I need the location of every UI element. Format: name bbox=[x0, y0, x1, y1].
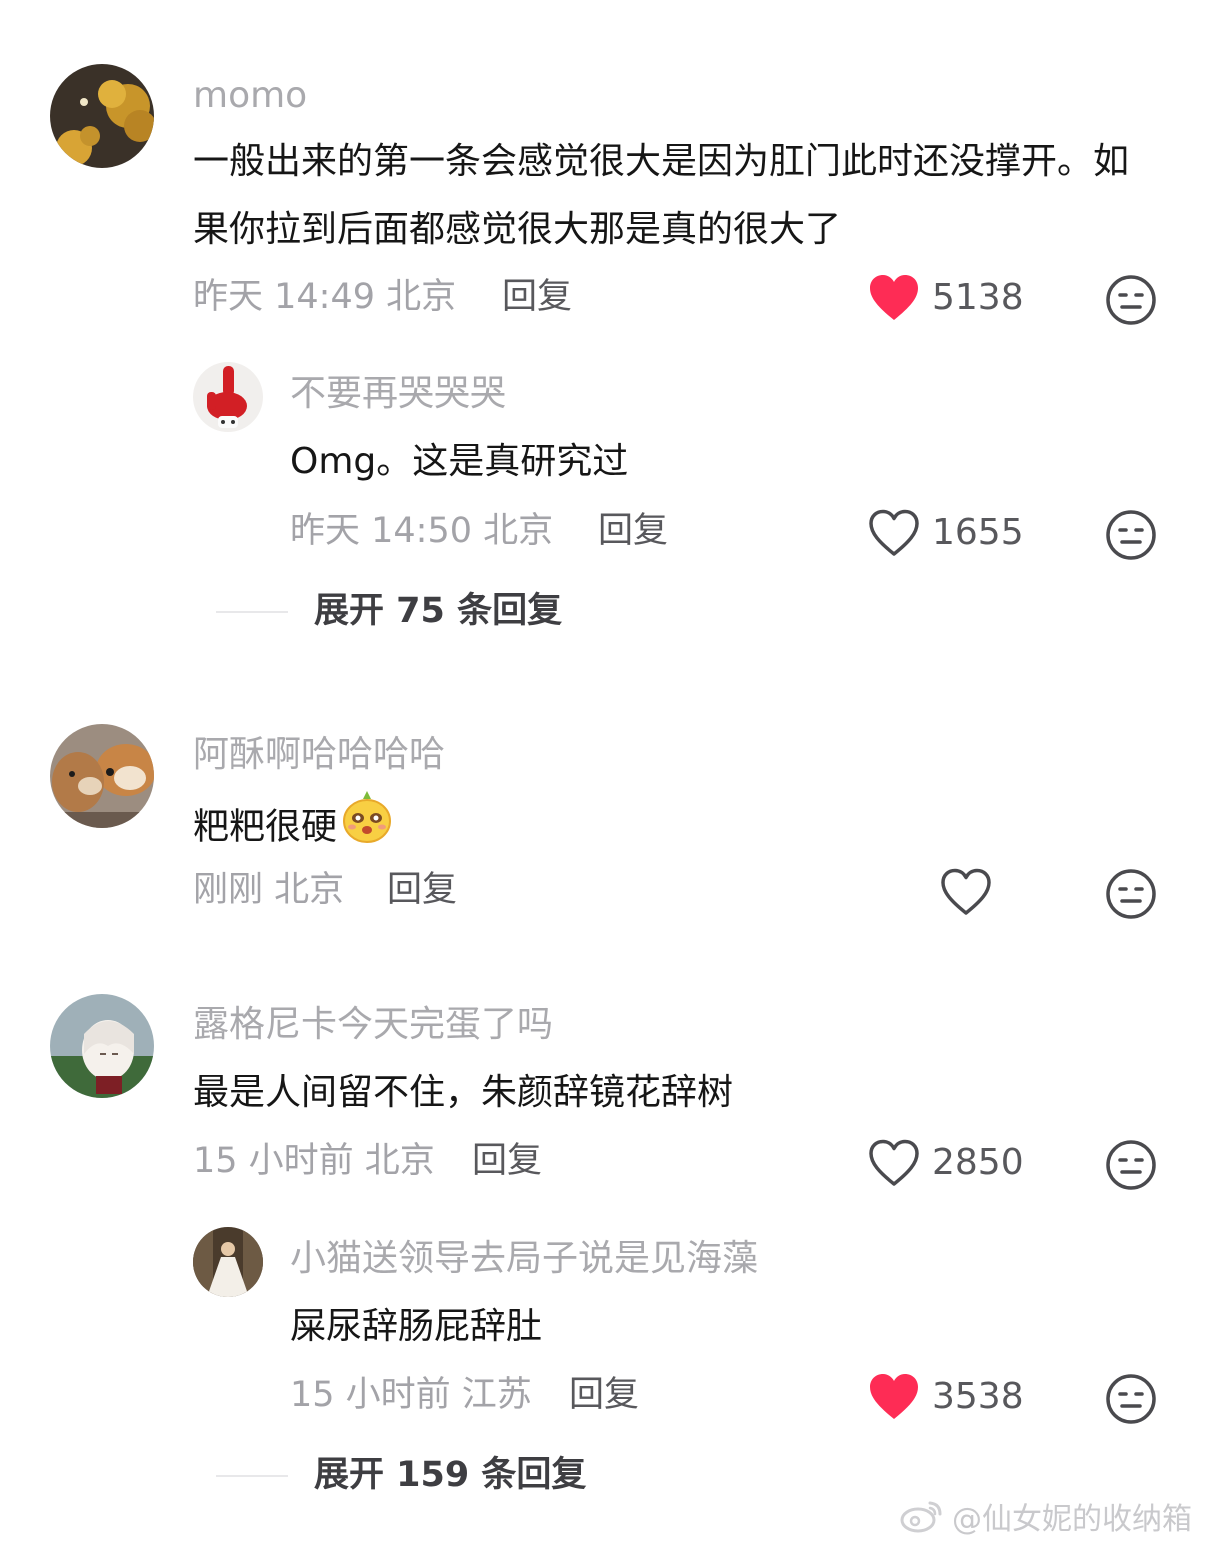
heart-filled-icon bbox=[870, 275, 918, 320]
meh-face-icon bbox=[1106, 275, 1156, 325]
divider bbox=[216, 1474, 288, 1477]
heart-outline-icon bbox=[869, 1139, 919, 1186]
meh-face-icon bbox=[1106, 1140, 1156, 1190]
reaction-button[interactable] bbox=[1105, 868, 1157, 920]
timestamp-location: 昨天 14:50 北京 bbox=[290, 511, 554, 551]
reply-button[interactable]: 回复 bbox=[598, 514, 668, 549]
like-count: 2850 bbox=[932, 1142, 1024, 1183]
username[interactable]: 阿酥啊哈哈哈哈 bbox=[193, 737, 445, 773]
watermark-text: @仙女妮的收纳箱 bbox=[952, 1502, 1192, 1537]
timestamp-location: 昨天 14:49 北京 bbox=[193, 277, 457, 317]
meh-face-icon bbox=[1106, 869, 1156, 919]
avatar[interactable] bbox=[50, 994, 154, 1098]
expand-replies-button[interactable]: 展开 75 条回复 bbox=[216, 594, 562, 629]
like-button[interactable]: 3538 bbox=[868, 1373, 1024, 1421]
comment-text-content: 粑粑很硬 bbox=[193, 806, 338, 848]
username[interactable]: 不要再哭哭哭 bbox=[290, 376, 506, 412]
meh-face-icon bbox=[1106, 510, 1156, 560]
golden-tree-avatar bbox=[50, 64, 154, 168]
reaction-button[interactable] bbox=[1105, 1373, 1157, 1425]
like-button[interactable]: 5138 bbox=[868, 274, 1024, 322]
expand-replies-label: 展开 159 条回复 bbox=[314, 1455, 587, 1495]
like-count: 3538 bbox=[932, 1376, 1024, 1417]
timestamp-location: 15 小时前 北京 bbox=[193, 1141, 435, 1181]
reply-button[interactable]: 回复 bbox=[387, 873, 457, 908]
weibo-logo-icon bbox=[900, 1501, 942, 1533]
username[interactable]: 露格尼卡今天完蛋了吗 bbox=[193, 1007, 553, 1043]
reply-button[interactable]: 回复 bbox=[472, 1144, 542, 1179]
reaction-button[interactable] bbox=[1105, 1139, 1157, 1191]
avatar[interactable] bbox=[193, 362, 263, 432]
shiba-dogs-avatar bbox=[50, 724, 154, 828]
red-hand-puppet-avatar bbox=[193, 362, 263, 432]
comment-text: 粑粑很硬 bbox=[193, 789, 993, 868]
like-button[interactable]: 2850 bbox=[868, 1139, 1024, 1187]
like-button[interactable] bbox=[940, 868, 992, 916]
heart-outline-icon bbox=[869, 509, 919, 556]
timestamp-location: 15 小时前 江苏 bbox=[290, 1375, 532, 1415]
expand-replies-button[interactable]: 展开 159 条回复 bbox=[216, 1458, 586, 1493]
avatar[interactable] bbox=[193, 1227, 263, 1297]
yellow-face-emoji bbox=[341, 789, 393, 868]
reply-text: Omg。这是真研究过 bbox=[290, 441, 629, 482]
reply-button[interactable]: 回复 bbox=[502, 280, 572, 315]
meh-face-icon bbox=[1106, 1374, 1156, 1424]
like-button[interactable]: 1655 bbox=[868, 509, 1024, 557]
reaction-button[interactable] bbox=[1105, 509, 1157, 561]
avatar[interactable] bbox=[50, 64, 154, 168]
anime-character-avatar bbox=[50, 994, 154, 1098]
username[interactable]: momo bbox=[193, 78, 307, 114]
heart-outline-icon bbox=[941, 868, 991, 915]
timestamp-location: 刚刚 北京 bbox=[193, 870, 345, 910]
avatar[interactable] bbox=[50, 724, 154, 828]
gown-portrait-avatar bbox=[193, 1227, 263, 1297]
watermark: @仙女妮的收纳箱 bbox=[900, 1494, 1192, 1538]
comment-text: 一般出来的第一条会感觉很大是因为肛门此时还没撑开。如果你拉到后面都感觉很大那是真… bbox=[193, 141, 1130, 250]
comment-text: 最是人间留不住，朱颜辞镜花辞树 bbox=[193, 1072, 734, 1113]
expand-replies-label: 展开 75 条回复 bbox=[314, 591, 563, 631]
heart-filled-icon bbox=[870, 1374, 918, 1419]
username[interactable]: 小猫送领导去局子说是见海藻 bbox=[290, 1241, 758, 1277]
like-count: 1655 bbox=[932, 512, 1024, 553]
reply-button[interactable]: 回复 bbox=[569, 1378, 639, 1413]
reaction-button[interactable] bbox=[1105, 274, 1157, 326]
divider bbox=[216, 610, 288, 613]
reply-text: 屎尿辞肠屁辞肚 bbox=[290, 1306, 543, 1347]
like-count: 5138 bbox=[932, 277, 1024, 318]
